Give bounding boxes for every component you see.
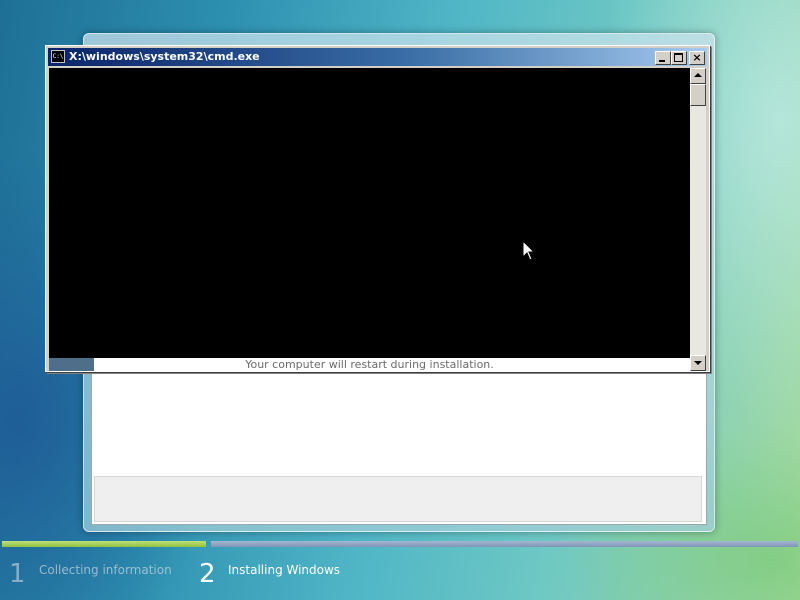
step1-progress-bar: [2, 541, 206, 547]
console-output-area[interactable]: [49, 68, 690, 358]
cmd-titlebar[interactable]: C:\ X:\windows\system32\cmd.exe ×: [48, 48, 707, 66]
step1-label: Collecting information: [39, 563, 172, 577]
step2-number: 2: [199, 559, 216, 589]
step2-progress-bar: [211, 541, 798, 547]
close-button[interactable]: ×: [689, 51, 705, 65]
mouse-pointer-icon: [522, 240, 536, 261]
vertical-scrollbar[interactable]: [690, 68, 706, 371]
cmd-window[interactable]: C:\ X:\windows\system32\cmd.exe × Your c…: [45, 45, 710, 372]
maximize-button[interactable]: [671, 51, 687, 65]
window-title: X:\windows\system32\cmd.exe: [69, 50, 260, 63]
setup-wizard-footer: [94, 476, 702, 522]
console-icon[interactable]: C:\: [51, 50, 65, 63]
setup-status-strip: Your computer will restart during instal…: [49, 358, 690, 371]
scrollbar-thumb[interactable]: [690, 84, 706, 106]
scroll-up-button[interactable]: [690, 68, 706, 84]
scroll-down-button[interactable]: [690, 355, 706, 371]
step1-number: 1: [9, 559, 26, 589]
step2-label: Installing Windows: [228, 563, 341, 577]
desktop-background: C:\ X:\windows\system32\cmd.exe × Your c…: [0, 0, 800, 600]
minimize-button[interactable]: [655, 51, 671, 65]
restart-note: Your computer will restart during instal…: [245, 358, 494, 371]
close-icon: ×: [692, 51, 702, 64]
